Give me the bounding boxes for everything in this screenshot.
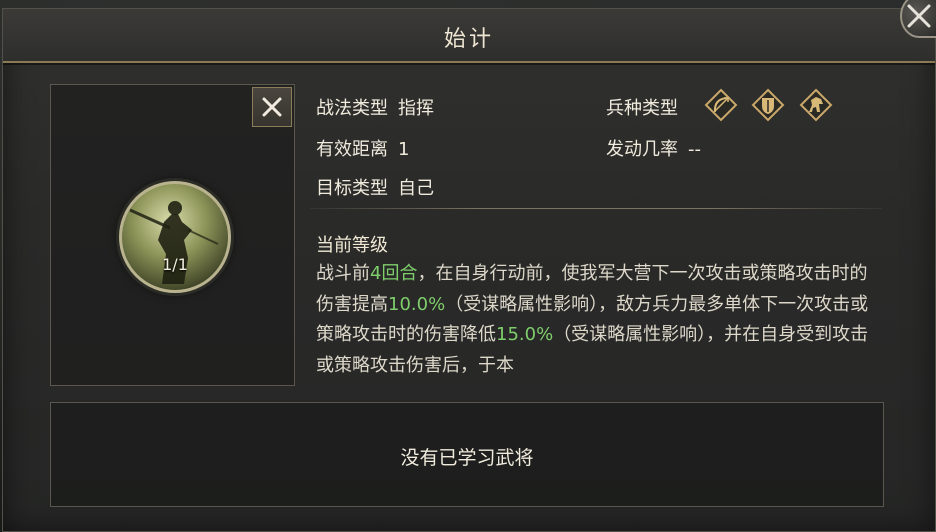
desc-highlight-damage-up: 10.0% bbox=[388, 293, 446, 315]
skill-level-text: 1/1 bbox=[162, 255, 188, 274]
close-dialog-button[interactable] bbox=[900, 0, 936, 38]
skill-icon-card: 1/1 bbox=[50, 84, 295, 386]
close-icon bbox=[907, 4, 931, 28]
no-generals-text: 没有已学习武将 bbox=[400, 447, 534, 469]
trigger-rate-label: 发动几率 bbox=[606, 139, 678, 160]
current-level-heading: 当前等级 bbox=[316, 235, 388, 256]
desc-highlight-damage-down: 15.0% bbox=[496, 324, 554, 345]
cavalry-icon bbox=[799, 88, 833, 122]
target-label: 目标类型 bbox=[316, 178, 388, 199]
learned-generals-box: 没有已学习武将 bbox=[50, 402, 884, 507]
dialog-titlebar: 始计 bbox=[3, 9, 935, 63]
forget-skill-button[interactable] bbox=[252, 87, 292, 127]
skill-portrait: 1/1 bbox=[119, 181, 231, 293]
range-row: 有效距离 1 bbox=[316, 135, 409, 161]
target-row: 目标类型 自己 bbox=[316, 174, 434, 200]
troop-type-row: 兵种类型 bbox=[606, 94, 678, 120]
desc-highlight-rounds: 4回合 bbox=[370, 263, 418, 284]
tactic-type-value: 指挥 bbox=[398, 98, 434, 119]
tactic-type-row: 战法类型 指挥 bbox=[316, 94, 434, 120]
target-value: 自己 bbox=[398, 178, 434, 199]
dialog-title: 始计 bbox=[443, 27, 494, 52]
skill-description: 战斗前4回合，在自身行动前，使我军大营下一次攻击或策略攻击时的伤害提高10.0%… bbox=[316, 259, 878, 383]
shield-icon bbox=[751, 88, 785, 122]
close-icon bbox=[262, 97, 282, 117]
range-value: 1 bbox=[398, 139, 410, 160]
warrior-silhouette-icon bbox=[129, 201, 219, 284]
tactic-type-label: 战法类型 bbox=[316, 98, 388, 119]
section-divider bbox=[310, 208, 882, 209]
range-label: 有效距离 bbox=[316, 139, 388, 160]
troop-type-label: 兵种类型 bbox=[606, 98, 678, 119]
archer-icon bbox=[704, 88, 738, 122]
trigger-rate-row: 发动几率 -- bbox=[606, 135, 701, 161]
trigger-rate-value: -- bbox=[688, 139, 701, 160]
desc-segment-0: 战斗前 bbox=[316, 263, 370, 284]
